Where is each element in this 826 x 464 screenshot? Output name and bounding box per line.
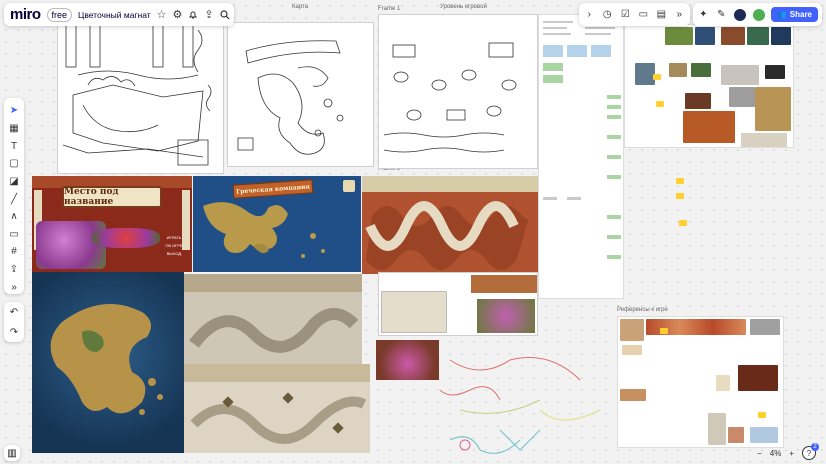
sticky-note[interactable] (653, 74, 661, 80)
pen-icon[interactable]: ∧ (7, 210, 21, 224)
line-icon[interactable]: ╱ (7, 192, 21, 206)
collapse-icon[interactable]: › (583, 8, 596, 21)
sticky-note-icon[interactable]: ▢ (7, 157, 21, 171)
redo-icon[interactable]: ↷ (7, 325, 21, 339)
serpentine-path (365, 201, 528, 270)
text-icon[interactable]: T (7, 139, 21, 153)
avatar[interactable] (732, 7, 747, 22)
cursor-icon[interactable]: ➤ (7, 104, 21, 118)
top-right-toolbar: › ◷ ☑ ▭ ▤ » ✦ ✎ 👥 Share (578, 3, 822, 26)
undo-redo-bar: ↶ ↷ (4, 302, 24, 342)
temple-path-2 (190, 392, 367, 444)
more-icon[interactable]: » (7, 280, 21, 294)
map-banner-text: Греческая компания (235, 182, 311, 196)
zoom-in-icon[interactable]: + (789, 449, 794, 458)
left-toolbar: ➤ ▦ T ▢ ◪ ╱ ∧ ▭ # ⇪ » (4, 98, 24, 294)
plan-badge[interactable]: free (46, 7, 73, 22)
frame-label-references: Референсы к игре (617, 307, 668, 313)
cursor-toggle-icon[interactable]: ✎ (715, 8, 728, 21)
board-header: miro free Цветочный магнат ☆ ⚙ ⇪ (4, 3, 234, 26)
exit-button: ВЫХОД (166, 251, 182, 256)
search-icon[interactable] (220, 8, 230, 22)
board-panel-toggle[interactable]: ▥ (4, 445, 20, 461)
greece-map-art[interactable]: Греческая компания (193, 176, 361, 272)
board-title[interactable]: Цветочный магнат (78, 10, 151, 20)
avatar[interactable] (751, 7, 766, 22)
zoom-level[interactable]: 4% (770, 449, 782, 458)
bell-icon[interactable] (188, 8, 198, 22)
more-icon[interactable]: » (673, 8, 686, 21)
sticky-note[interactable] (676, 178, 684, 184)
share-icon: 👥 (776, 10, 787, 19)
timer-icon[interactable]: ◷ (601, 8, 614, 21)
share-group: ✦ ✎ 👥 Share (692, 3, 822, 26)
frame-label-frame1: Frame 1 (378, 6, 401, 12)
comment-icon[interactable]: ▭ (7, 227, 21, 241)
frame-label-levels: Уровень игровой (440, 4, 487, 10)
frame-icon[interactable]: # (7, 245, 21, 259)
temple-sketch-drawing (62, 24, 212, 166)
sticky-note[interactable] (660, 328, 668, 334)
miro-logo[interactable]: miro (10, 6, 41, 23)
frame1-wireframe[interactable] (378, 14, 538, 169)
about-button: ОБ ИГРЕ (165, 243, 183, 248)
sticky-note[interactable] (758, 412, 766, 418)
title-placeholder-text: Место под название (64, 187, 119, 207)
temple-path-1 (189, 308, 359, 353)
play-button: ИГРАТЬ (166, 235, 182, 240)
shapes-icon[interactable]: ◪ (7, 175, 21, 189)
frame-template-icon[interactable]: ▦ (7, 122, 21, 136)
share-button[interactable]: 👥 Share (770, 7, 818, 22)
scribble-drawings (439, 357, 601, 454)
zoom-out-icon[interactable]: − (757, 449, 762, 458)
sticky-note[interactable] (656, 101, 664, 107)
vote-icon[interactable]: ☑ (619, 8, 632, 21)
share-label: Share (789, 10, 812, 19)
present-icon[interactable]: ▭ (637, 8, 650, 21)
help-button[interactable]: ? 2 (802, 443, 819, 460)
temple-path-level-1[interactable] (184, 274, 362, 364)
sketch-map-frame[interactable] (227, 22, 374, 167)
zoom-controls: − 4% + ? 2 (751, 443, 822, 462)
frame-label-map: Карта (292, 4, 309, 10)
upload-icon[interactable]: ⇪ (7, 263, 21, 277)
sketch-temple-frame[interactable] (57, 14, 224, 174)
greece-painting-art[interactable] (32, 272, 184, 453)
undo-icon[interactable]: ↶ (7, 305, 21, 319)
upload-icon[interactable]: ⇪ (204, 8, 213, 22)
frame2-contents[interactable] (378, 272, 538, 336)
title-screen-art[interactable]: Место под название ИГРАТЬ ОБ ИГРЕ ВЫХОД (32, 176, 192, 272)
reaction-icon[interactable]: ✦ (697, 8, 710, 21)
sidebar-icon: ▥ (7, 447, 17, 459)
collaboration-tools: › ◷ ☑ ▭ ▤ » (578, 3, 690, 26)
greece-painting-land (50, 304, 163, 415)
document-pages-frame[interactable] (538, 14, 624, 299)
notification-badge: 2 (811, 443, 819, 451)
references-frame[interactable] (617, 316, 784, 448)
serpentine-level-art[interactable] (362, 176, 538, 274)
temple-path-level-2[interactable] (184, 364, 370, 453)
notes-icon[interactable]: ▤ (655, 8, 668, 21)
sticky-note[interactable] (676, 193, 684, 199)
help-icon: ? (806, 448, 812, 458)
star-icon[interactable]: ☆ (157, 8, 167, 22)
sticky-note[interactable] (679, 220, 687, 226)
wireframe-drawing (383, 42, 517, 153)
moodboard-frame[interactable] (624, 24, 794, 148)
document-lines (543, 21, 621, 259)
map-sketch-drawing (237, 40, 344, 155)
settings-icon[interactable]: ⚙ (173, 8, 183, 22)
